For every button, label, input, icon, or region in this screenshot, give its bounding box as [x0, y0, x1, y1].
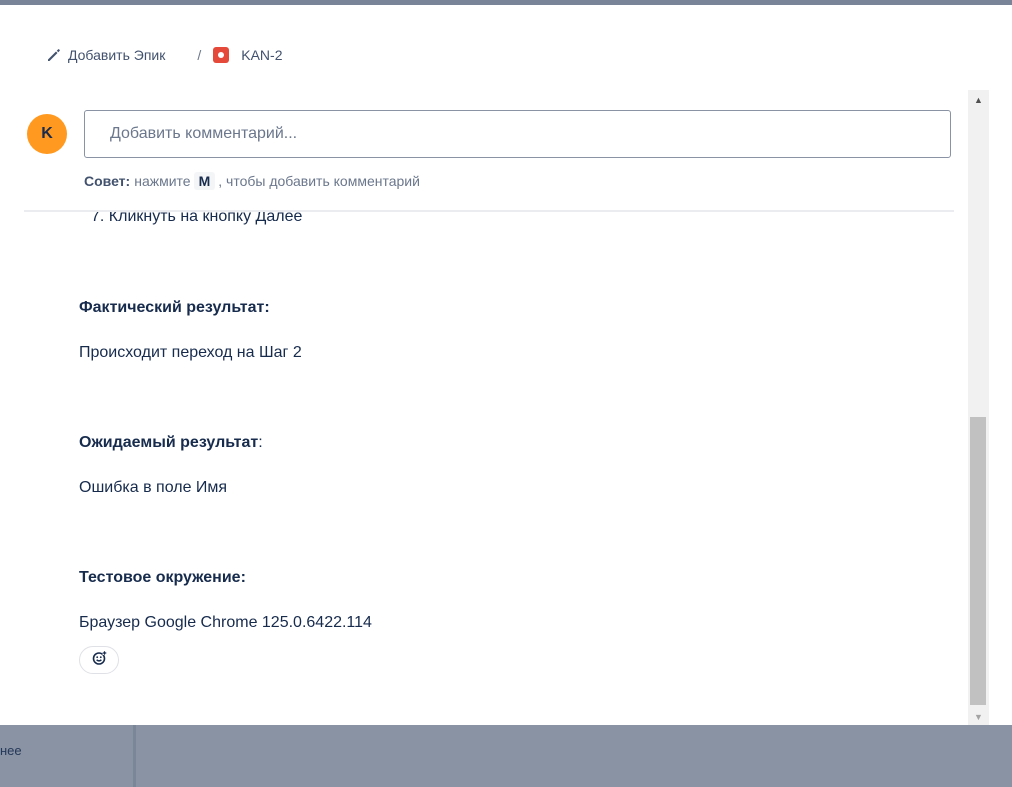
- add-epic-label: Добавить Эпик: [68, 47, 166, 63]
- board-column-label: нее: [0, 743, 22, 758]
- tip-label: Совет:: [84, 173, 131, 189]
- breadcrumb-separator: /: [197, 47, 202, 63]
- tip-text-before: нажмите: [134, 173, 191, 189]
- vertical-scrollbar[interactable]: ▲ ▼: [968, 90, 989, 725]
- tip-text-after: , чтобы добавить комментарий: [218, 173, 420, 189]
- add-epic-link[interactable]: Добавить Эпик: [46, 47, 165, 63]
- breadcrumb: Добавить Эпик / KAN-2: [46, 45, 282, 65]
- test-env-text: Браузер Google Chrome 125.0.6422.114: [79, 614, 372, 631]
- pencil-icon: [46, 47, 62, 63]
- issue-modal: Добавить Эпик / KAN-2 7. Кликнуть на кно…: [0, 5, 1012, 725]
- actual-result-heading: Фактический результат:: [79, 299, 270, 316]
- board-column: нее: [0, 725, 136, 787]
- comment-tip: Совет: нажмите M , чтобы добавить коммен…: [84, 172, 420, 190]
- expected-result-heading: Ожидаемый результат:: [79, 434, 263, 452]
- comment-composer: K Совет: нажмите M , чтобы добавить комм…: [24, 90, 954, 212]
- test-env-heading: Тестовое окружение:: [79, 569, 246, 586]
- scroll-up-arrow[interactable]: ▲: [968, 91, 989, 108]
- actual-result-text: Происходит переход на Шаг 2: [79, 344, 302, 361]
- add-reaction-button[interactable]: [79, 646, 119, 674]
- scroll-down-arrow[interactable]: ▼: [968, 708, 989, 725]
- emoji-add-icon: [91, 650, 107, 671]
- bug-icon: [213, 47, 230, 63]
- board-backdrop: нее: [0, 725, 1012, 787]
- issue-key: KAN-2: [241, 47, 283, 63]
- expected-result-text: Ошибка в поле Имя: [79, 479, 228, 496]
- avatar[interactable]: K: [27, 114, 67, 154]
- issue-key-link[interactable]: KAN-2: [213, 47, 282, 63]
- scrollbar-thumb[interactable]: [970, 417, 986, 705]
- expected-result-heading-text: Ожидаемый результат: [79, 434, 259, 451]
- comment-input[interactable]: [84, 110, 951, 158]
- shortcut-key: M: [193, 172, 216, 190]
- issue-scroll-area[interactable]: 7. Кликнуть на кнопку Далее Фактический …: [0, 90, 968, 725]
- expected-result-colon: :: [258, 434, 263, 451]
